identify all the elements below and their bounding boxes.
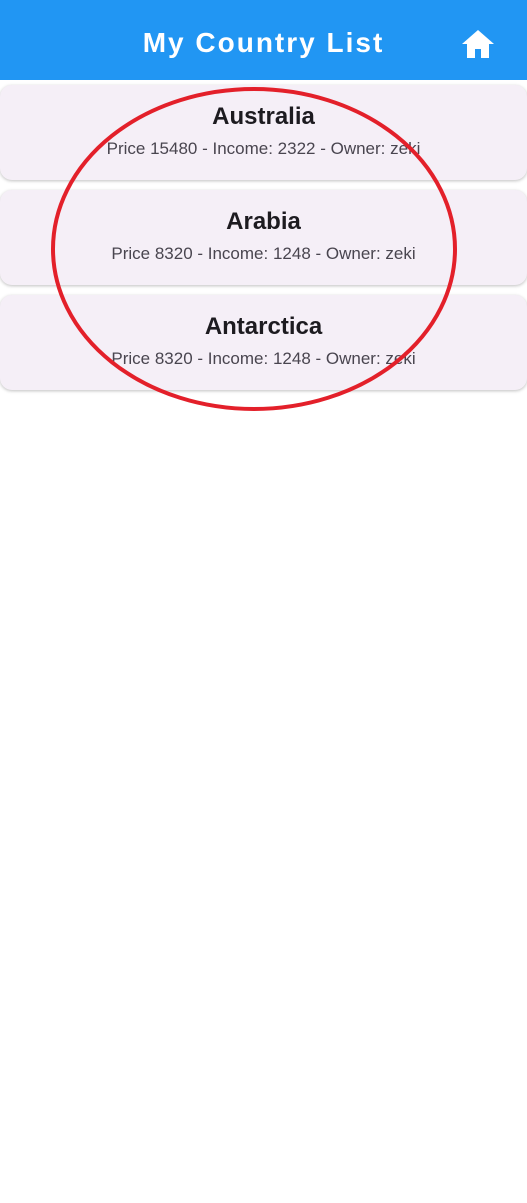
country-name: Arabia — [226, 208, 301, 235]
home-icon — [462, 30, 494, 58]
home-button[interactable] — [456, 24, 500, 64]
app-bar: My Country List — [0, 0, 527, 80]
country-card[interactable]: Australia Price 15480 - Income: 2322 - O… — [0, 85, 527, 180]
country-list: Australia Price 15480 - Income: 2322 - O… — [0, 85, 527, 400]
country-details: Price 8320 - Income: 1248 - Owner: zeki — [111, 244, 416, 263]
country-name: Australia — [212, 103, 315, 130]
country-name: Antarctica — [204, 313, 323, 340]
country-details: Price 15480 - Income: 2322 - Owner: zeki — [106, 139, 421, 158]
country-details: Price 8320 - Income: 1248 - Owner: zeki — [111, 349, 416, 368]
country-card[interactable]: Arabia Price 8320 - Income: 1248 - Owner… — [0, 190, 527, 285]
country-card[interactable]: Antarctica Price 8320 - Income: 1248 - O… — [0, 295, 527, 390]
page-title: My Country List — [142, 27, 385, 58]
